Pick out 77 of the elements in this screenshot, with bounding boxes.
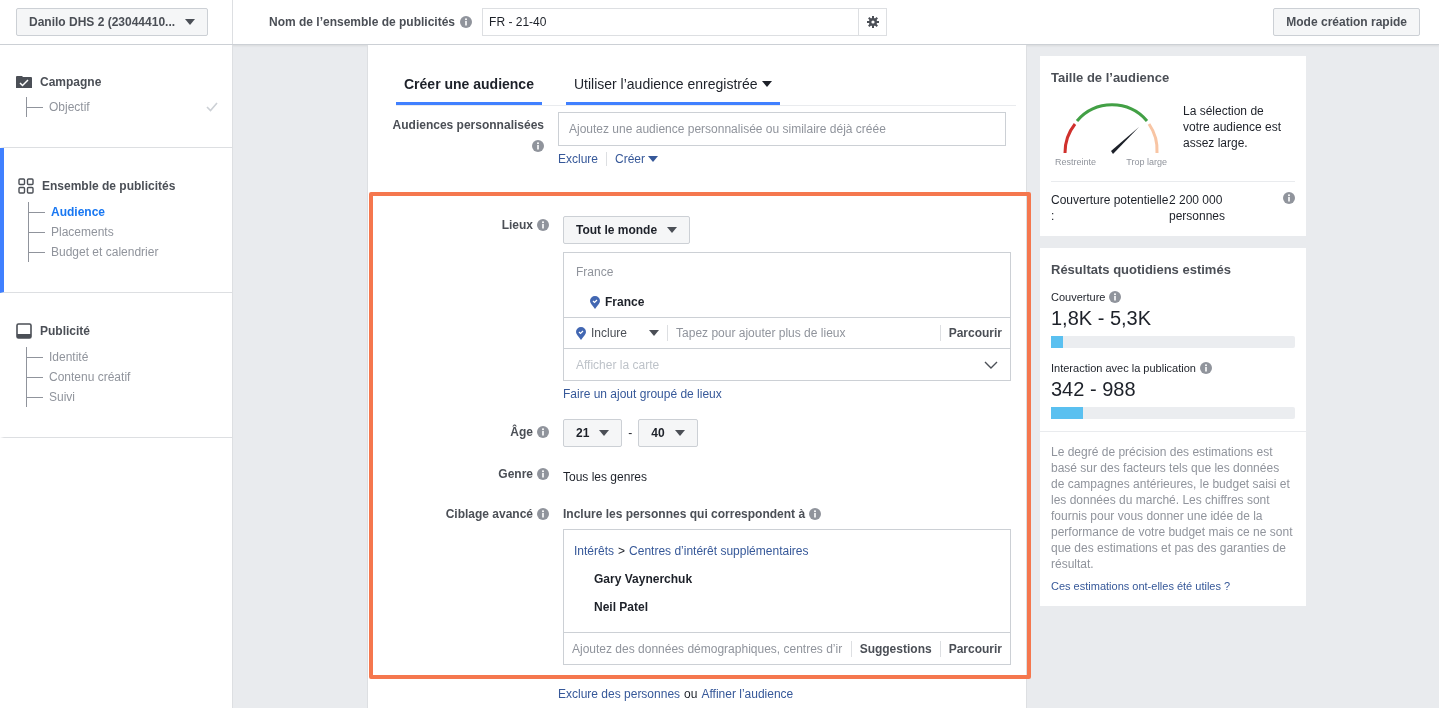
panel-title: Résultats quotidiens estimés — [1051, 262, 1232, 277]
reach-value: 2 200 000 personnes — [1169, 192, 1227, 224]
create-link[interactable]: Créer — [615, 152, 659, 166]
conjunction-text: ou — [684, 687, 698, 701]
range-separator: - — [628, 426, 633, 440]
min-age-dropdown[interactable]: 21 — [563, 419, 623, 447]
exclude-people-link[interactable]: Exclure des personnes — [558, 687, 681, 701]
field-label: Lieux — [501, 218, 533, 232]
quick-creation-button[interactable]: Mode création rapide — [1273, 8, 1420, 36]
breadcrumb-separator: > — [618, 544, 626, 558]
metric-value: 342 - 988 — [1051, 378, 1137, 401]
max-age-dropdown[interactable]: 40 — [638, 419, 698, 447]
field-label: Genre — [498, 467, 533, 481]
location-group-header: France — [576, 265, 615, 279]
ad-set-name-label: Nom de l’ensemble de publicités — [269, 15, 456, 29]
interest-item: Gary Vaynerchuk — [594, 572, 694, 586]
settings-icon[interactable] — [866, 16, 879, 28]
info-icon — [537, 219, 549, 231]
field-label: Âge — [510, 425, 533, 439]
location-pin-icon — [590, 295, 600, 309]
metric-label: Couverture — [1051, 291, 1106, 303]
info-icon — [1283, 192, 1295, 204]
caret-icon — [648, 156, 659, 162]
screen-icon — [16, 323, 32, 339]
info-icon — [537, 468, 549, 480]
gauge-min-label: Restreinte — [1055, 157, 1097, 167]
reach-label: Couverture potentielle : — [1051, 192, 1169, 224]
nav-section-title[interactable]: Ensemble de publicités — [42, 179, 176, 193]
gauge-max-label: Trop large — [1126, 157, 1167, 167]
info-icon — [537, 426, 549, 438]
tab[interactable]: Utiliser l’audience enregistrée — [565, 67, 780, 105]
gender-value: Tous les genres — [563, 470, 648, 484]
category-link[interactable]: Intérêts — [574, 544, 615, 558]
metric-label: Interaction avec la publication — [1051, 362, 1196, 374]
info-icon — [1199, 362, 1212, 374]
location-scope-dropdown[interactable]: Tout le monde — [563, 216, 691, 244]
info-icon — [537, 508, 549, 520]
info-icon — [460, 16, 473, 28]
custom-audience-field[interactable]: Ajoutez une audience personnalisée ou similaire déjà créée — [558, 112, 1006, 146]
refine-audience-link[interactable]: Affiner l’audience — [701, 687, 794, 701]
field-label: Ciblage avancé — [445, 507, 533, 521]
nav-item[interactable]: Audience — [51, 205, 218, 219]
field-label: Audiences personnalisées — [392, 118, 544, 132]
ad-set-name-field[interactable]: FR - 21-40 — [482, 8, 860, 36]
location-search-field[interactable]: Tapez pour ajouter plus de lieux — [668, 326, 940, 340]
targeting-search-field[interactable]: Ajoutez des données démographiques, centres d’ir — [564, 641, 851, 656]
nav-section-title[interactable]: Publicité — [40, 324, 90, 338]
browse-button[interactable]: Parcourir — [939, 325, 1010, 341]
location-pin-icon — [576, 326, 586, 340]
interest-item: Neil Patel — [594, 600, 650, 614]
targeting-hint: Inclure les personnes qui correspondent à — [563, 507, 806, 521]
nav-section-title[interactable]: Campagne — [40, 75, 102, 89]
info-icon — [809, 508, 822, 520]
account-selector[interactable]: Danilo DHS 2 (23044410... — [16, 8, 209, 36]
grid-icon — [18, 178, 34, 194]
audience-message: La sélection de votre audience est assez large. — [1183, 103, 1283, 152]
selected-location: France — [605, 295, 645, 309]
caret-icon — [674, 430, 685, 436]
disclaimer-text: Le degré de précision des estimations est basé sur des facteurs tels que les données de campagnes antérieures, le budget saisi et les données du marché. Les chiffres sont fournis pour vous donner une idée de la performance de votre budget mais ce ne sont que des estimations et pas des garanties de résultat. — [1051, 444, 1294, 572]
folder-check-icon — [16, 75, 32, 89]
caret-icon — [667, 227, 678, 233]
exclude-link[interactable]: Exclure — [558, 152, 598, 166]
suggestions-button[interactable]: Suggestions — [850, 640, 940, 657]
caret-icon — [185, 19, 196, 25]
tab[interactable]: Créer une audience — [396, 67, 542, 105]
browse-button[interactable]: Parcourir — [939, 640, 1010, 657]
info-icon — [532, 140, 544, 152]
caret-icon — [599, 430, 610, 436]
feedback-link[interactable]: Ces estimations ont-elles été utiles ? — [1051, 580, 1231, 592]
caret-icon — [649, 330, 660, 336]
bulk-locations-link[interactable]: Faire un ajout groupé de lieux — [563, 387, 722, 401]
subcategory-link[interactable]: Centres d’intérêt supplémentaires — [629, 544, 809, 558]
info-icon — [1109, 291, 1122, 303]
metric-value: 1,8K - 5,3K — [1051, 307, 1153, 330]
include-dropdown[interactable]: Inclure — [564, 325, 669, 341]
chevron-down-icon — [984, 360, 998, 369]
panel-title: Taille de l’audience — [1051, 70, 1171, 85]
